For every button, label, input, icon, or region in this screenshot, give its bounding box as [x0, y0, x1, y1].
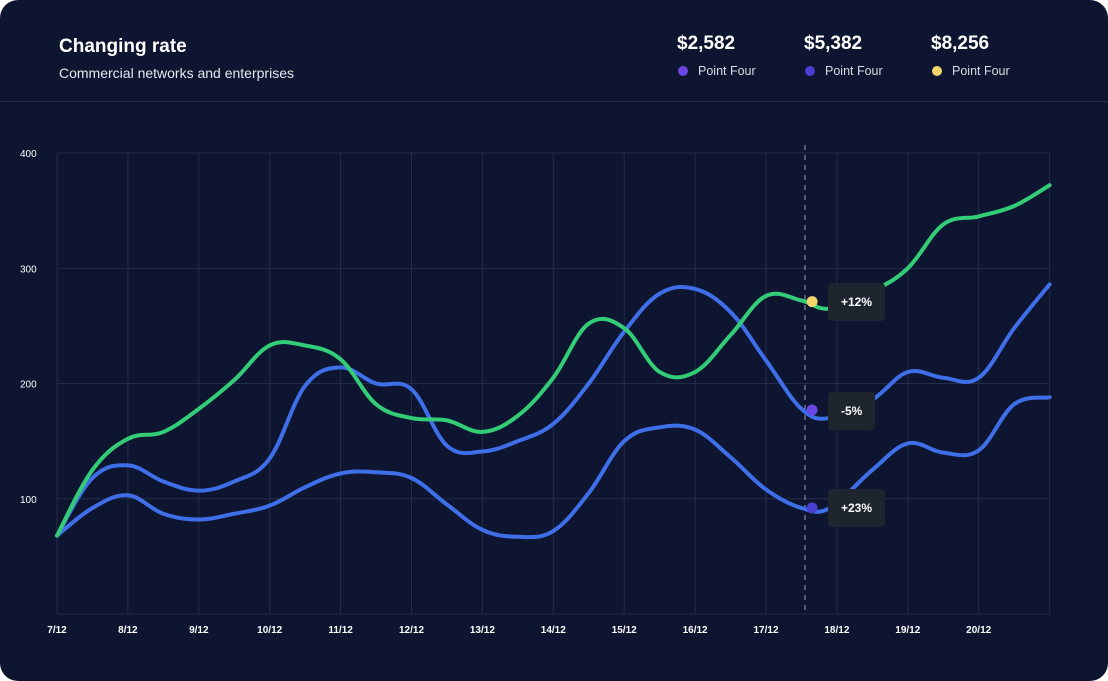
y-tick-label: 100 [20, 495, 37, 506]
chart-card: Changing rate Commercial networks and en… [0, 0, 1108, 681]
tooltip-series-1: +12% [828, 283, 886, 321]
x-tick-label: 8/12 [118, 625, 138, 636]
x-tick-label: 14/12 [541, 625, 566, 636]
x-tick-label: 19/12 [895, 625, 920, 636]
x-tick-label: 13/12 [470, 625, 495, 636]
series-marker-1 [806, 296, 818, 308]
tooltip-series-3: +23% [828, 489, 886, 527]
x-tick-label: 16/12 [683, 625, 708, 636]
x-tick-label: 10/12 [257, 625, 282, 636]
y-tick-label: 300 [20, 264, 37, 275]
x-tick-label: 15/12 [612, 625, 637, 636]
tooltip-series-2: -5% [828, 392, 876, 430]
x-tick-label: 11/12 [328, 625, 353, 636]
y-tick-label: 200 [20, 380, 37, 391]
line-chart: 100 200 300 400 7/12 8/12 9/12 10/12 11/12 12/12 1… [20, 145, 1052, 636]
x-tick-label: 18/12 [824, 625, 849, 636]
x-tick-label: 20/12 [966, 625, 991, 636]
x-tick-label: 7/12 [47, 625, 67, 636]
series-marker-3 [806, 502, 818, 514]
x-tick-label: 17/12 [753, 625, 778, 636]
series-marker-2 [806, 404, 818, 416]
x-tick-label: 9/12 [189, 625, 209, 636]
y-tick-label: 400 [20, 149, 37, 160]
x-tick-label: 12/12 [399, 625, 424, 636]
